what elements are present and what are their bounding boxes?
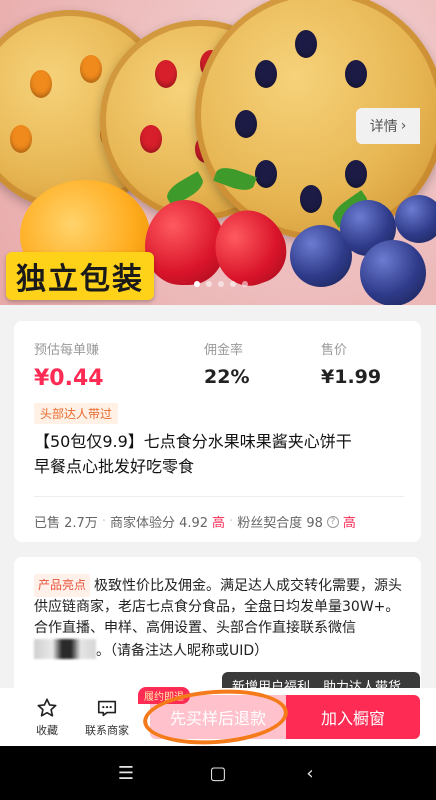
product-image-carousel[interactable]: 独立包装: [0, 0, 436, 305]
highlight-text-tail: 。（请备注达人昵称或UID）: [96, 643, 269, 659]
carousel-dot[interactable]: [218, 281, 224, 287]
packaging-badge: 独立包装: [6, 252, 154, 300]
redacted-contact: [34, 639, 96, 659]
blueberry: [395, 195, 436, 243]
refund-badge: 履约即退: [138, 687, 190, 704]
carousel-dot[interactable]: [206, 281, 212, 287]
favorite-button[interactable]: 收藏: [36, 697, 58, 738]
stat-label: 售价: [321, 343, 348, 358]
add-to-window-button[interactable]: 加入橱窗: [286, 695, 420, 739]
chat-icon: [97, 700, 117, 717]
stat-label: 预估每单赚: [34, 343, 100, 358]
product-title: 【50包仅9.9】七点食分水果味果酱夹心饼干早餐点心批发好吃零食: [34, 432, 352, 476]
carousel-dot[interactable]: [242, 281, 248, 287]
contact-label: 联系商家: [85, 724, 129, 737]
stat-value: ¥1.99: [321, 366, 382, 388]
product-info-card: 预估每单赚 ¥0.44 佣金率 22% 售价 ¥1.99 头部达人带过 【50包…: [14, 321, 421, 542]
detail-button[interactable]: 详情 ›: [356, 108, 420, 144]
stat-commission-rate: 佣金率 22%: [169, 339, 299, 391]
stat-label: 佣金率: [204, 343, 244, 358]
highlight-description: 产品亮点 极致性价比及佣金。满足达人成交转化需要，源头供应链商家，老店七点食分食品…: [34, 574, 404, 662]
star-icon: [37, 698, 57, 717]
chevron-right-icon: ›: [400, 118, 407, 134]
menu-icon[interactable]: ☰: [106, 763, 146, 784]
stat-price: 售价 ¥1.99: [299, 339, 404, 391]
stat-earnings: 预估每单赚 ¥0.44: [34, 339, 169, 391]
carousel-indicator[interactable]: [194, 281, 248, 287]
top-creator-badge: 头部达人带过: [34, 403, 119, 424]
detail-label: 详情: [369, 119, 398, 135]
contact-merchant-button[interactable]: 联系商家: [85, 697, 129, 738]
back-icon[interactable]: ‹: [290, 763, 330, 784]
stat-value: 22%: [204, 366, 250, 388]
system-navigation-bar: ☰ ▢ ‹: [0, 746, 436, 800]
favorite-label: 收藏: [36, 724, 58, 737]
commission-stats: 预估每单赚 ¥0.44 佣金率 22% 售价 ¥1.99: [34, 339, 404, 391]
carousel-dot[interactable]: [230, 281, 236, 287]
strawberry: [145, 200, 225, 285]
stat-value: ¥0.44: [34, 366, 104, 391]
highlight-tag: 产品亮点: [34, 574, 91, 597]
blueberry: [360, 240, 426, 305]
square-icon[interactable]: ▢: [198, 763, 238, 784]
carousel-dot[interactable]: [194, 281, 200, 287]
